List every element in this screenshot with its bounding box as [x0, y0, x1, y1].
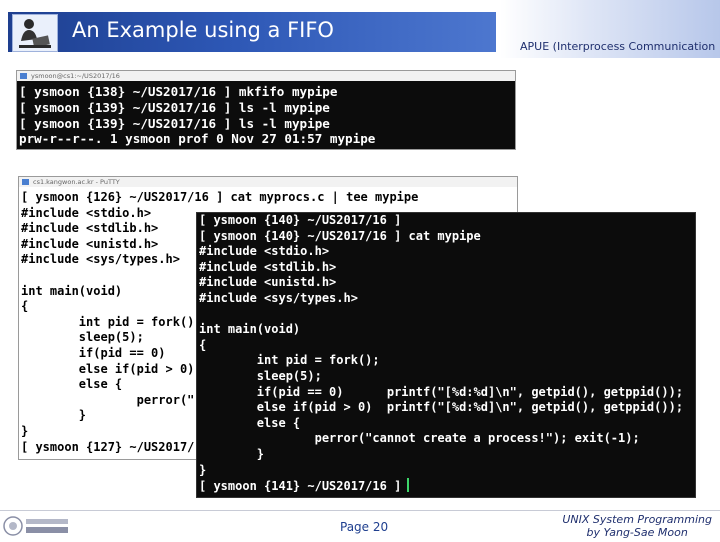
terminal-line: [ ysmoon {140} ~/US2017/16 ] cat mypipe [199, 228, 481, 243]
terminal-line: else { [199, 415, 301, 430]
terminal-line: } [199, 446, 265, 461]
terminal-line: [ ysmoon {139} ~/US2017/16 ] ls -l mypip… [19, 99, 330, 115]
terminal-title-bar[interactable]: ysmoon@cs1:~/US2017/16 [17, 71, 515, 81]
university-logo [2, 514, 72, 538]
terminal-line: perror(" [21, 392, 195, 407]
terminal-line: [ ysmoon {141} ~/US2017/16 ] [199, 479, 402, 494]
terminal-line: #include <stdio.h> [21, 205, 152, 220]
terminal-line: #include <unistd.h> [199, 275, 337, 290]
terminal-line: [ ysmoon {140} ~/US2017/16 ] [199, 213, 402, 227]
terminal-line: #include <unistd.h> [21, 236, 159, 251]
terminal-line: } [199, 462, 207, 477]
terminal-window-cat-pipe[interactable]: [ ysmoon {140} ~/US2017/16 ] [ ysmoon {1… [196, 212, 696, 498]
terminal-line: [ ysmoon {138} ~/US2017/16 ] mkfifo mypi… [19, 84, 338, 99]
terminal1-text: [ ysmoon {138} ~/US2017/16 ] mkfifo mypi… [17, 81, 515, 147]
terminal-title-bar[interactable]: cs1.kangwon.ac.kr - PuTTY [19, 177, 517, 187]
putty-icon [22, 179, 29, 185]
terminal-line: prw-r--r--. 1 ysmoon prof 0 Nov 27 01:57… [19, 131, 376, 147]
author-name: by Yang-Sae Moon [586, 526, 688, 539]
terminal-output[interactable]: [ ysmoon {140} ~/US2017/16 ] [ ysmoon {1… [197, 213, 695, 497]
chapter-label: APUE (Interprocess Communication [520, 40, 716, 53]
course-name: UNIX System Programming [562, 513, 712, 526]
terminal-line: #include <stdio.h> [199, 244, 330, 259]
terminal-line: else if(pid > 0) printf("[%d:%d]\n", get… [199, 400, 684, 415]
page-number: Page 20 [340, 520, 389, 534]
terminal-line: int main(void) [21, 283, 123, 298]
terminal-line: [ ysmoon {139} ~/US2017/16 ] ls -l mypip… [19, 115, 330, 131]
professor-with-laptop-icon [12, 14, 58, 52]
course-credit: UNIX System Programming by Yang-Sae Moon [562, 513, 712, 539]
putty-icon [20, 73, 27, 79]
terminal-line: int main(void) [199, 322, 301, 337]
terminal-line: int pid = fork(); [199, 353, 380, 368]
terminal-line: [ ysmoon {127} ~/US2017/ [21, 439, 195, 454]
terminal-line: sleep(5); [21, 330, 144, 345]
terminal-line: int pid = fork(); [21, 314, 202, 329]
terminal-title: cs1.kangwon.ac.kr - PuTTY [33, 178, 120, 186]
terminal-window-mkfifo[interactable]: ysmoon@cs1:~/US2017/16 [ ysmoon {138} ~/… [16, 70, 516, 150]
terminal-title: ysmoon@cs1:~/US2017/16 [31, 72, 120, 80]
terminal-cursor [407, 478, 410, 493]
footer-divider [0, 510, 720, 511]
terminal-line: [ ysmoon {126} ~/US2017/16 ] cat myprocs… [21, 190, 419, 204]
terminal-line: } [21, 423, 29, 438]
terminal-line: #include <sys/types.h> [199, 290, 358, 305]
terminal-line: else if(pid > 0) [21, 361, 195, 376]
terminal-line: else { [21, 377, 123, 392]
terminal-line: if(pid == 0) [21, 345, 166, 360]
terminal-line: #include <stdlib.h> [21, 221, 159, 236]
terminal-output[interactable]: [ ysmoon {138} ~/US2017/16 ] mkfifo mypi… [17, 81, 515, 149]
page-title: An Example using a FIFO [72, 18, 334, 42]
terminal-line: sleep(5); [199, 368, 322, 383]
terminal-line: { [199, 337, 207, 352]
terminal-line: #include <sys/types.h> [21, 252, 180, 267]
terminal-line: } [21, 408, 87, 423]
terminal-line: #include <stdlib.h> [199, 259, 337, 274]
terminal3-text: [ ysmoon {140} ~/US2017/16 ] [ ysmoon {1… [197, 213, 695, 495]
terminal-line: perror("cannot create a process!"); exit… [199, 431, 640, 446]
terminal-line: { [21, 299, 29, 314]
terminal-line: if(pid == 0) printf("[%d:%d]\n", getpid(… [199, 384, 684, 399]
